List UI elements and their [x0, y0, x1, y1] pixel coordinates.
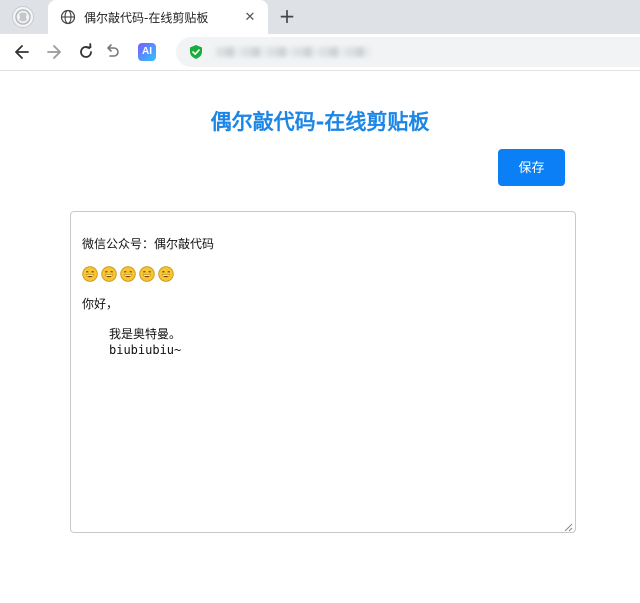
editor-line: biubiubiu~ [109, 343, 182, 357]
editor-line: 微信公众号：偶尔敲代码 [82, 237, 215, 251]
resize-grip-icon[interactable] [564, 521, 573, 532]
editor-line: 我是奥特曼。 [109, 327, 182, 341]
undo-icon[interactable] [102, 42, 122, 62]
smile-emoji-icon [82, 266, 98, 282]
smile-emoji-icon [120, 266, 136, 282]
browser-logo-icon[interactable] [12, 6, 34, 28]
page-content: 偶尔敲代码-在线剪贴板 保存 微信公众号：偶尔敲代码 你好， 我是奥特曼。 bi… [0, 71, 640, 603]
tab-strip: 偶尔敲代码-在线剪贴板 ✕ + [0, 0, 640, 34]
forward-arrow-icon[interactable] [44, 42, 64, 62]
browser-tab[interactable]: 偶尔敲代码-在线剪贴板 ✕ [48, 0, 268, 34]
clipboard-textarea[interactable]: 微信公众号：偶尔敲代码 你好， 我是奥特曼。 biubiubiu~ [70, 211, 576, 533]
smile-emoji-icon [158, 266, 174, 282]
smile-emoji-icon [101, 266, 117, 282]
editor-line: 你好， [82, 297, 119, 311]
tab-title: 偶尔敲代码-在线剪贴板 [84, 10, 209, 25]
plus-icon[interactable]: + [276, 6, 298, 28]
reload-icon[interactable] [76, 42, 96, 62]
address-bar[interactable] [176, 37, 640, 67]
shield-icon[interactable] [188, 44, 204, 60]
back-arrow-icon[interactable] [12, 42, 32, 62]
smile-emoji-icon [139, 266, 155, 282]
emoji-row [82, 266, 563, 282]
browser-toolbar: AI [0, 34, 640, 71]
globe-icon [60, 9, 76, 25]
save-button[interactable]: 保存 [498, 149, 565, 186]
page-title: 偶尔敲代码-在线剪贴板 [210, 110, 430, 134]
close-icon[interactable]: ✕ [242, 10, 258, 25]
url-text-blurred [216, 47, 371, 57]
ai-assistant-button[interactable]: AI [138, 43, 156, 61]
